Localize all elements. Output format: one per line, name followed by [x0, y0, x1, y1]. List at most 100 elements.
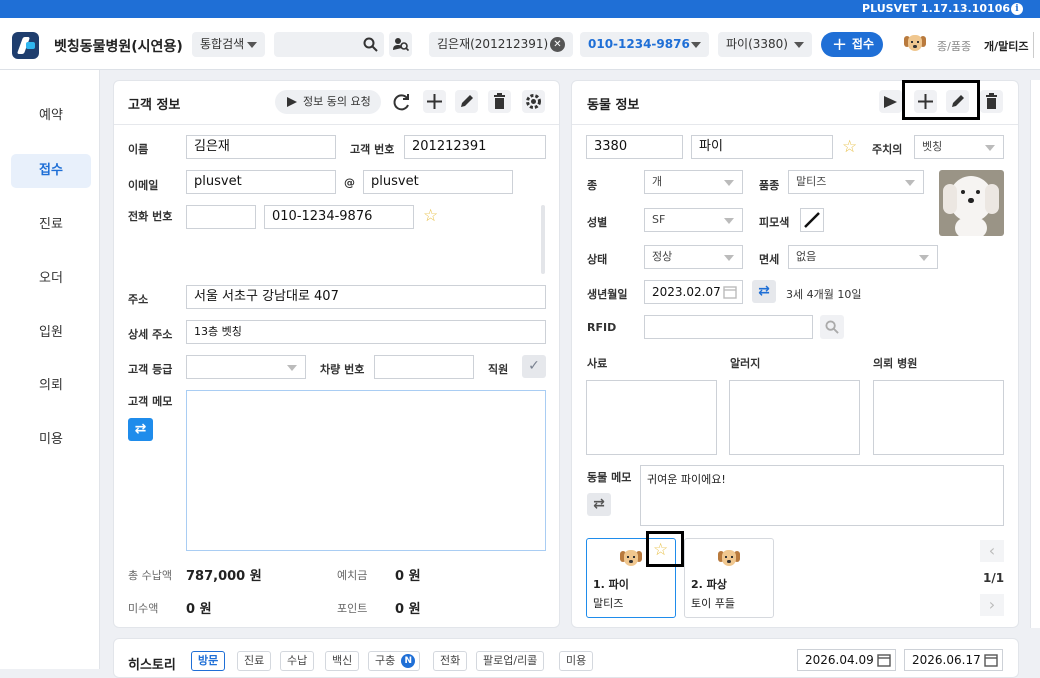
name-field[interactable]: 김은재: [186, 135, 336, 159]
pet-card[interactable]: 2. 파상 토이 푸들: [684, 538, 774, 618]
chevron-right-icon[interactable]: ›: [980, 594, 1004, 616]
phone-list-scrollbar[interactable]: [541, 205, 545, 274]
tab-vaccine[interactable]: 백신: [325, 651, 360, 671]
customer-no-field[interactable]: 201212391: [404, 135, 546, 159]
divider: [572, 124, 1018, 125]
sidebar-item-hospitalization[interactable]: 입원: [11, 316, 91, 350]
color-picker[interactable]: [800, 208, 824, 232]
sidebar-item-grooming[interactable]: 미용: [11, 423, 91, 457]
animal-name-field[interactable]: 파이: [691, 135, 833, 159]
current-customer-chip[interactable]: 김은재(201212391) ✕: [429, 32, 573, 57]
calendar-icon[interactable]: [984, 653, 998, 667]
customer-settings-button[interactable]: [522, 90, 545, 113]
star-icon[interactable]: ☆: [423, 206, 438, 226]
allergy-textarea[interactable]: [729, 380, 860, 455]
breed-select[interactable]: 말티즈: [788, 170, 924, 194]
tab-visit[interactable]: 방문: [191, 651, 226, 671]
deposit-value: 0 원: [395, 569, 421, 584]
feed-textarea[interactable]: [586, 380, 717, 455]
memo-swap-button[interactable]: ⇄: [128, 418, 153, 441]
staff-check-button[interactable]: ✓: [522, 355, 546, 378]
chevron-left-icon[interactable]: ‹: [980, 540, 1004, 562]
deposit-label: 예치금: [337, 569, 368, 582]
close-icon[interactable]: ✕: [550, 37, 565, 52]
info-icon[interactable]: i: [1011, 3, 1023, 15]
delete-animal-button[interactable]: [980, 90, 1003, 113]
address-detail-field[interactable]: 13층 벳칭: [186, 320, 546, 344]
pet-card-breed: 말티즈: [593, 597, 624, 610]
total-paid-label: 총 수납액: [128, 569, 172, 582]
refresh-icon[interactable]: [392, 92, 412, 112]
rfid-field[interactable]: [644, 315, 813, 339]
phone-label: 전화 번호: [128, 210, 173, 223]
dob-label: 생년월일: [587, 288, 628, 301]
sidebar-item-order[interactable]: 오더: [11, 262, 91, 296]
customer-panel-title: 고객 정보: [128, 98, 181, 113]
customer-search-button[interactable]: [389, 32, 412, 57]
status-label: 상태: [587, 253, 608, 266]
animal-panel-title: 동물 정보: [587, 98, 640, 113]
star-icon[interactable]: ☆: [842, 137, 857, 157]
animal-memo-textarea[interactable]: 귀여운 파이에요!: [640, 465, 1004, 526]
sidebar: 예약 접수 진료 오더 입원 의뢰 미용: [0, 70, 100, 669]
person-search-icon: [393, 38, 409, 52]
phone-prefix-field[interactable]: [186, 205, 256, 229]
car-no-field[interactable]: [374, 355, 474, 379]
search-mode-select[interactable]: 통합검색: [192, 32, 265, 57]
edit-customer-button[interactable]: [455, 90, 478, 113]
staff-label: 직원: [488, 363, 509, 376]
animal-id-field[interactable]: 3380: [586, 135, 683, 159]
search-input[interactable]: [274, 32, 384, 57]
sidebar-item-reception[interactable]: 접수: [11, 154, 91, 188]
animal-photo[interactable]: [939, 170, 1004, 236]
address-field[interactable]: 서울 서초구 강남대로 407: [186, 285, 546, 309]
tab-treatment[interactable]: 진료: [237, 651, 272, 671]
pet-select[interactable]: 파이(3380): [718, 32, 812, 57]
version-text: PLUSVET 1.17.13.10106: [862, 2, 1010, 15]
consent-request-button[interactable]: 정보 동의 요청: [275, 90, 381, 114]
delete-customer-button[interactable]: [488, 90, 511, 113]
date-to-field[interactable]: 2026.06.17: [904, 649, 1003, 671]
sidebar-item-treatment[interactable]: 진료: [11, 208, 91, 242]
send-button[interactable]: [879, 90, 902, 113]
tab-deworming[interactable]: 구충 N: [368, 651, 421, 671]
species-label: 종: [587, 179, 598, 192]
accept-button[interactable]: + 접수: [821, 32, 883, 57]
sex-select[interactable]: SF: [644, 208, 743, 232]
species-select[interactable]: 개: [644, 170, 743, 194]
status-select[interactable]: 정상: [644, 245, 743, 269]
age-swap-button[interactable]: ⇄: [752, 280, 776, 303]
sidebar-item-referral[interactable]: 의뢰: [11, 369, 91, 403]
plus-icon: +: [832, 34, 848, 55]
swap-arrows-icon: ⇄: [593, 496, 605, 512]
date-from-field[interactable]: 2026.04.09: [797, 649, 896, 671]
trash-icon: [986, 93, 997, 109]
chevron-down-icon: [247, 42, 257, 48]
email-domain-field[interactable]: plusvet: [363, 170, 513, 194]
animal-memo-swap-button[interactable]: ⇄: [587, 493, 611, 516]
search-icon[interactable]: [363, 37, 378, 52]
total-paid-value: 787,000 원: [186, 569, 262, 584]
send-icon: [884, 96, 897, 108]
dob-field[interactable]: 2023.02.07: [644, 280, 743, 304]
tab-call[interactable]: 전화: [433, 651, 468, 671]
customer-memo-textarea[interactable]: [186, 390, 546, 551]
sidebar-item-reservation[interactable]: 예약: [11, 99, 91, 133]
phone-field[interactable]: 010-1234-9876: [264, 205, 414, 229]
doctor-select[interactable]: 벳칭: [914, 135, 1004, 159]
phone-select[interactable]: 010-1234-9876: [580, 32, 709, 57]
side-panel-edge: [1030, 80, 1040, 628]
rfid-search-button[interactable]: [820, 315, 844, 339]
pet-card-label: 1. 파이: [593, 578, 629, 591]
calendar-icon[interactable]: [877, 653, 891, 667]
grade-select[interactable]: [186, 355, 306, 379]
calendar-icon[interactable]: [723, 285, 737, 299]
tab-followup[interactable]: 팔로업/리콜: [476, 651, 545, 671]
tab-grooming[interactable]: 미용: [559, 651, 594, 671]
sex-label: 성별: [587, 216, 608, 229]
tab-payment[interactable]: 수납: [280, 651, 315, 671]
email-id-field[interactable]: plusvet: [186, 170, 336, 194]
exempt-select[interactable]: 없음: [788, 245, 938, 269]
referral-hospital-textarea[interactable]: [873, 380, 1004, 455]
add-customer-button[interactable]: [423, 90, 446, 113]
